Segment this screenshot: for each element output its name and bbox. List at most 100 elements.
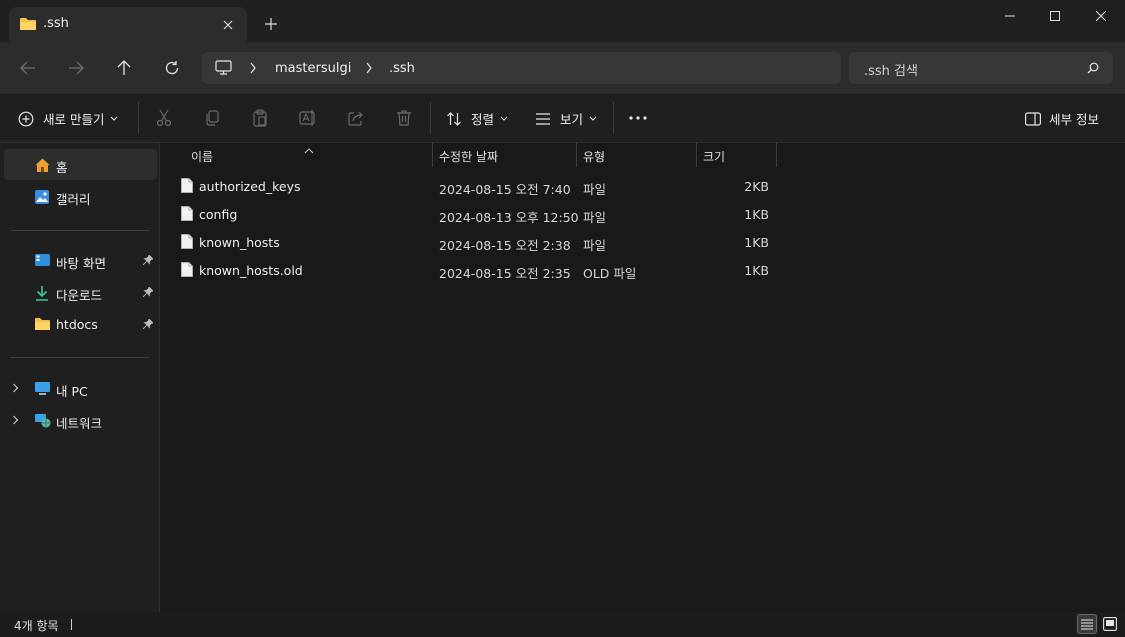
sidebar-item-label: 바탕 화면 bbox=[56, 256, 106, 271]
sidebar-item-desktop[interactable]: 바탕 화면 bbox=[4, 245, 157, 276]
file-list: 이름 수정한 날짜 유형 크기 authorized_keys 2024-08-… bbox=[161, 143, 1125, 612]
file-icon bbox=[181, 234, 193, 249]
file-name: authorized_keys bbox=[199, 179, 301, 194]
divider bbox=[138, 102, 139, 134]
table-row[interactable]: known_hosts.old 2024-08-15 오전 2:35 OLD 파… bbox=[171, 256, 791, 284]
sidebar-item-this-pc[interactable]: 내 PC bbox=[4, 373, 157, 404]
breadcrumb-ssh[interactable]: .ssh bbox=[389, 61, 415, 76]
file-icon bbox=[181, 262, 193, 277]
close-window-button[interactable] bbox=[1078, 0, 1124, 32]
copy-icon[interactable] bbox=[202, 108, 222, 128]
maximize-button[interactable] bbox=[1032, 0, 1078, 32]
rename-icon[interactable] bbox=[298, 108, 318, 128]
file-icon bbox=[181, 178, 193, 193]
address-bar[interactable]: mastersulgi .ssh bbox=[202, 52, 841, 84]
large-icons-view-button[interactable] bbox=[1100, 614, 1120, 634]
close-tab-icon[interactable] bbox=[219, 16, 237, 34]
column-divider[interactable] bbox=[776, 143, 777, 167]
new-button-label: 새로 만들기 bbox=[43, 112, 105, 127]
chevron-down-icon bbox=[500, 116, 508, 122]
sidebar-item-label: 내 PC bbox=[56, 384, 88, 399]
minimize-button[interactable] bbox=[987, 0, 1033, 32]
sidebar-item-home[interactable]: 홈 bbox=[4, 149, 157, 180]
column-header-size[interactable]: 크기 bbox=[697, 143, 776, 167]
details-pane-button[interactable]: 세부 정보 bbox=[1025, 94, 1099, 143]
folder-icon bbox=[34, 317, 51, 331]
status-separator bbox=[71, 619, 72, 630]
chevron-right-icon[interactable] bbox=[12, 383, 19, 393]
sidebar-item-label: 홈 bbox=[56, 160, 68, 175]
details-view-button[interactable] bbox=[1077, 614, 1097, 634]
table-row[interactable]: config 2024-08-13 오후 12:50 파일 1KB bbox=[171, 200, 791, 228]
file-name: known_hosts.old bbox=[199, 263, 303, 278]
file-modified: 2024-08-15 오전 2:35 bbox=[439, 266, 571, 281]
sidebar-item-label: 다운로드 bbox=[56, 288, 103, 303]
view-button[interactable]: 보기 bbox=[535, 94, 597, 143]
details-view-icon bbox=[1080, 618, 1094, 630]
sidebar-divider bbox=[10, 357, 149, 358]
sidebar-item-htdocs[interactable]: htdocs bbox=[4, 309, 157, 340]
sidebar-item-gallery[interactable]: 갤러리 bbox=[4, 181, 157, 212]
sidebar-item-label: htdocs bbox=[56, 317, 98, 332]
column-header-label: 유형 bbox=[583, 150, 606, 164]
divider bbox=[430, 102, 431, 134]
divider bbox=[613, 102, 614, 134]
sidebar-item-downloads[interactable]: 다운로드 bbox=[4, 277, 157, 308]
sidebar-item-network[interactable]: 네트워크 bbox=[4, 405, 157, 436]
sidebar-item-label: 네트워크 bbox=[56, 416, 103, 431]
refresh-icon[interactable] bbox=[160, 56, 184, 80]
chevron-down-icon bbox=[589, 116, 597, 122]
desktop-icon bbox=[34, 253, 51, 268]
chevron-right-icon[interactable] bbox=[12, 415, 19, 425]
search-placeholder: .ssh 검색 bbox=[864, 64, 918, 79]
file-type: 파일 bbox=[583, 238, 607, 253]
sort-label: 정렬 bbox=[471, 112, 495, 127]
column-header-name[interactable]: 이름 bbox=[161, 143, 433, 167]
breadcrumb-mastersulgi[interactable]: mastersulgi bbox=[275, 61, 351, 76]
navigation-pane: 홈 갤러리 바탕 화면 다운로드 htdocs 내 PC 네트워크 bbox=[0, 143, 160, 612]
column-header-type[interactable]: 유형 bbox=[577, 143, 696, 167]
sort-arrows-icon bbox=[446, 111, 462, 127]
file-modified: 2024-08-15 오전 2:38 bbox=[439, 238, 571, 253]
sort-button[interactable]: 정렬 bbox=[446, 94, 508, 143]
column-header-modified[interactable]: 수정한 날짜 bbox=[433, 143, 576, 167]
navigation-bar: mastersulgi .ssh .ssh 검색 bbox=[0, 42, 1125, 94]
home-icon bbox=[34, 157, 51, 173]
pin-icon[interactable] bbox=[143, 319, 153, 329]
table-row[interactable]: authorized_keys 2024-08-15 오전 7:40 파일 2K… bbox=[171, 172, 791, 200]
plus-circle-icon bbox=[18, 111, 34, 127]
new-tab-button[interactable] bbox=[262, 15, 280, 33]
column-header-label: 수정한 날짜 bbox=[439, 150, 499, 164]
pc-icon bbox=[34, 381, 51, 396]
chevron-down-icon bbox=[110, 116, 118, 122]
search-input[interactable]: .ssh 검색 bbox=[849, 52, 1113, 84]
chevron-right-icon[interactable] bbox=[249, 62, 257, 74]
pin-icon[interactable] bbox=[143, 287, 153, 297]
back-arrow-icon[interactable] bbox=[16, 56, 40, 80]
file-type: 파일 bbox=[583, 182, 607, 197]
more-options-icon[interactable] bbox=[628, 108, 648, 128]
column-header-label: 이름 bbox=[191, 150, 214, 164]
network-icon bbox=[34, 413, 51, 429]
file-modified: 2024-08-13 오후 12:50 bbox=[439, 210, 579, 225]
share-icon[interactable] bbox=[346, 108, 366, 128]
cut-icon[interactable] bbox=[154, 108, 174, 128]
forward-arrow-icon[interactable] bbox=[64, 56, 88, 80]
chevron-right-icon[interactable] bbox=[365, 62, 373, 74]
new-button[interactable]: 새로 만들기 bbox=[18, 94, 118, 143]
folder-icon bbox=[19, 16, 37, 32]
tab-title: .ssh bbox=[43, 16, 69, 31]
sort-ascending-icon bbox=[304, 148, 314, 154]
search-icon[interactable] bbox=[1087, 62, 1099, 74]
delete-icon[interactable] bbox=[394, 108, 414, 128]
pin-icon[interactable] bbox=[143, 255, 153, 265]
table-row[interactable]: known_hosts 2024-08-15 오전 2:38 파일 1KB bbox=[171, 228, 791, 256]
view-label: 보기 bbox=[560, 112, 584, 127]
title-bar: .ssh bbox=[0, 0, 1125, 42]
details-label: 세부 정보 bbox=[1049, 112, 1099, 127]
paste-icon[interactable] bbox=[250, 108, 270, 128]
up-arrow-icon[interactable] bbox=[112, 56, 136, 80]
tab-ssh[interactable]: .ssh bbox=[9, 7, 247, 42]
file-size: 1KB bbox=[744, 207, 769, 222]
sidebar-divider bbox=[10, 230, 149, 231]
